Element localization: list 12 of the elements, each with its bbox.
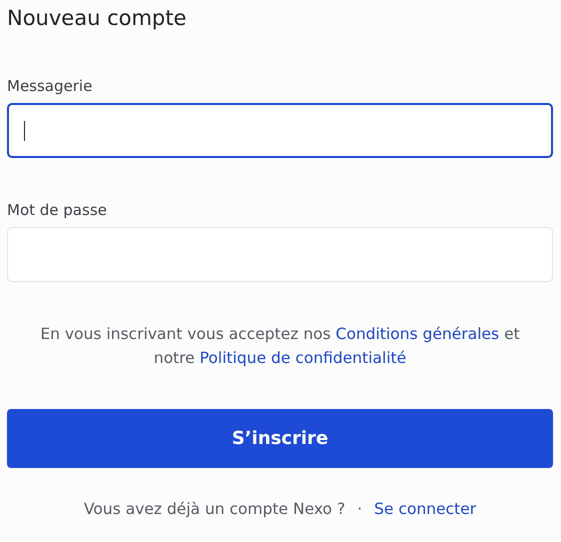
terms-notice: En vous inscrivant vous acceptez nos Conditions générales et notre Politique de confidentialité — [39, 324, 521, 369]
text-cursor — [24, 120, 25, 140]
input-field[interactable] — [7, 103, 553, 158]
field-label: Mot de passe — [7, 200, 107, 220]
signup-button[interactable]: S’inscrire — [7, 409, 553, 468]
policy-link[interactable]: Conditions générales — [336, 325, 500, 343]
page-title: Nouveau compte — [7, 5, 186, 32]
field-label: Messagerie — [7, 76, 92, 96]
login-prompt: Vous avez déjà un compte Nexo ? — [84, 500, 346, 518]
separator-dot: · — [357, 500, 362, 518]
policy-link[interactable]: Politique de confidentialité — [200, 349, 406, 367]
login-link[interactable]: Se connecter — [374, 500, 476, 518]
